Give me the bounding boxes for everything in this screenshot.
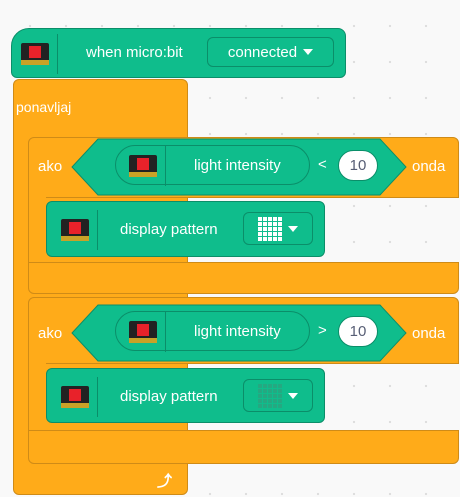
if1-ako-label: ako [38,158,63,175]
light-reporter-1[interactable]: light intensity [115,145,310,186]
microbit-icon [120,312,166,352]
if1-operator: < [318,156,327,173]
if2-operator: > [318,322,327,339]
chevron-down-icon [288,225,298,232]
pattern-dropdown-1[interactable] [243,212,313,245]
pattern-all-on-icon [258,216,282,241]
if-block-2-bottom [28,430,459,464]
light-reporter-2[interactable]: light intensity [115,311,310,352]
display-block-2-label: display pattern [120,388,218,405]
light-reporter-1-label: light intensity [194,157,281,174]
microbit-icon [120,146,166,186]
display-block-2[interactable]: display pattern [46,368,325,423]
pattern-dropdown-2[interactable] [243,379,313,412]
if2-ako-label: ako [38,325,63,342]
chevron-down-icon [303,49,314,55]
if1-onda-label: onda [412,158,446,175]
if-block-1-arm [28,197,46,269]
display-block-1-label: display pattern [120,221,218,238]
hat-block[interactable]: when micro:bit connected [11,28,346,78]
chevron-down-icon [288,392,298,399]
microbit-icon [52,377,98,417]
loop-label: ponavljaj [16,99,72,115]
if1-value-input[interactable]: 10 [338,150,378,181]
connection-dropdown[interactable]: connected [207,37,334,67]
loop-arrow-icon: ⤴ [157,473,173,490]
connection-dropdown-value: connected [227,43,298,61]
light-reporter-2-label: light intensity [194,323,281,340]
display-block-1[interactable]: display pattern [46,201,325,257]
if-block-2-arm [28,363,46,435]
pattern-all-off-icon [258,383,282,408]
if2-value-input[interactable]: 10 [338,316,378,347]
hat-label: when micro:bit [86,44,183,61]
microbit-icon [52,210,98,250]
if2-onda-label: onda [412,325,446,342]
microbit-icon [12,34,58,74]
if-block-1-bottom [28,262,459,294]
